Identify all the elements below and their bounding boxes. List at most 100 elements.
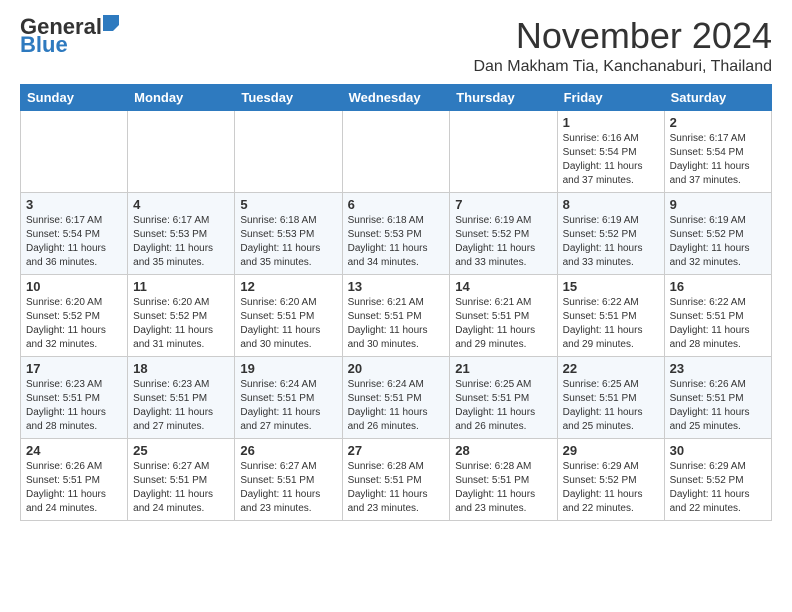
calendar-cell: 24 Sunrise: 6:26 AM Sunset: 5:51 PM Dayli…	[21, 438, 128, 520]
day-info: Sunrise: 6:16 AM Sunset: 5:54 PM Dayligh…	[563, 132, 659, 188]
day-info: Sunrise: 6:22 AM Sunset: 5:51 PM Dayligh…	[670, 296, 766, 352]
day-info: Sunrise: 6:27 AM Sunset: 5:51 PM Dayligh…	[133, 460, 229, 516]
day-info: Sunrise: 6:20 AM Sunset: 5:51 PM Dayligh…	[240, 296, 336, 352]
calendar-cell: 20 Sunrise: 6:24 AM Sunset: 5:51 PM Dayli…	[342, 356, 450, 438]
day-info: Sunrise: 6:23 AM Sunset: 5:51 PM Dayligh…	[133, 378, 229, 434]
day-info: Sunrise: 6:25 AM Sunset: 5:51 PM Dayligh…	[455, 378, 551, 434]
day-info: Sunrise: 6:18 AM Sunset: 5:53 PM Dayligh…	[240, 214, 336, 270]
day-number: 23	[670, 361, 766, 376]
day-info: Sunrise: 6:29 AM Sunset: 5:52 PM Dayligh…	[563, 460, 659, 516]
logo: General Blue	[20, 16, 119, 56]
calendar-cell: 21 Sunrise: 6:25 AM Sunset: 5:51 PM Dayli…	[450, 356, 557, 438]
day-info: Sunrise: 6:17 AM Sunset: 5:53 PM Dayligh…	[133, 214, 229, 270]
day-info: Sunrise: 6:21 AM Sunset: 5:51 PM Dayligh…	[455, 296, 551, 352]
day-number: 4	[133, 197, 229, 212]
day-number: 11	[133, 279, 229, 294]
calendar-cell: 5Sunrise: 6:18 AM Sunset: 5:53 PM Daylig…	[235, 192, 342, 274]
calendar-cell: 7 Sunrise: 6:19 AM Sunset: 5:52 PM Daylig…	[450, 192, 557, 274]
calendar-cell	[21, 110, 128, 192]
day-info: Sunrise: 6:17 AM Sunset: 5:54 PM Dayligh…	[670, 132, 766, 188]
day-number: 14	[455, 279, 551, 294]
calendar-cell: 14 Sunrise: 6:21 AM Sunset: 5:51 PM Dayli…	[450, 274, 557, 356]
calendar-week-1: 1 Sunrise: 6:16 AM Sunset: 5:54 PM Daylig…	[21, 110, 772, 192]
day-number: 8	[563, 197, 659, 212]
day-number: 24	[26, 443, 122, 458]
day-info: Sunrise: 6:29 AM Sunset: 5:52 PM Dayligh…	[670, 460, 766, 516]
location-title: Dan Makham Tia, Kanchanaburi, Thailand	[473, 58, 772, 76]
calendar-cell: 23 Sunrise: 6:26 AM Sunset: 5:51 PM Dayli…	[664, 356, 771, 438]
calendar-cell: 9Sunrise: 6:19 AM Sunset: 5:52 PM Daylig…	[664, 192, 771, 274]
calendar-cell	[235, 110, 342, 192]
day-number: 20	[348, 361, 445, 376]
weekday-header-wednesday: Wednesday	[342, 84, 450, 110]
day-number: 29	[563, 443, 659, 458]
calendar-header-row: SundayMondayTuesdayWednesdayThursdayFrid…	[21, 84, 772, 110]
day-info: Sunrise: 6:27 AM Sunset: 5:51 PM Dayligh…	[240, 460, 336, 516]
calendar-cell: 18 Sunrise: 6:23 AM Sunset: 5:51 PM Dayli…	[128, 356, 235, 438]
day-info: Sunrise: 6:24 AM Sunset: 5:51 PM Dayligh…	[240, 378, 336, 434]
day-number: 3	[26, 197, 122, 212]
calendar-cell: 6 Sunrise: 6:18 AM Sunset: 5:53 PM Daylig…	[342, 192, 450, 274]
calendar-cell: 4 Sunrise: 6:17 AM Sunset: 5:53 PM Daylig…	[128, 192, 235, 274]
calendar-cell	[450, 110, 557, 192]
calendar-week-4: 17 Sunrise: 6:23 AM Sunset: 5:51 PM Dayli…	[21, 356, 772, 438]
day-info: Sunrise: 6:28 AM Sunset: 5:51 PM Dayligh…	[455, 460, 551, 516]
calendar-cell: 1 Sunrise: 6:16 AM Sunset: 5:54 PM Daylig…	[557, 110, 664, 192]
day-number: 15	[563, 279, 659, 294]
day-number: 19	[240, 361, 336, 376]
day-number: 7	[455, 197, 551, 212]
day-number: 26	[240, 443, 336, 458]
day-info: Sunrise: 6:18 AM Sunset: 5:53 PM Dayligh…	[348, 214, 445, 270]
calendar-cell: 11 Sunrise: 6:20 AM Sunset: 5:52 PM Dayli…	[128, 274, 235, 356]
weekday-header-friday: Friday	[557, 84, 664, 110]
day-number: 10	[26, 279, 122, 294]
calendar-cell: 28 Sunrise: 6:28 AM Sunset: 5:51 PM Dayli…	[450, 438, 557, 520]
day-info: Sunrise: 6:20 AM Sunset: 5:52 PM Dayligh…	[133, 296, 229, 352]
calendar-cell: 15 Sunrise: 6:22 AM Sunset: 5:51 PM Dayli…	[557, 274, 664, 356]
weekday-header-monday: Monday	[128, 84, 235, 110]
calendar-cell: 26 Sunrise: 6:27 AM Sunset: 5:51 PM Dayli…	[235, 438, 342, 520]
calendar-cell: 16 Sunrise: 6:22 AM Sunset: 5:51 PM Dayli…	[664, 274, 771, 356]
day-number: 9	[670, 197, 766, 212]
day-number: 17	[26, 361, 122, 376]
calendar-cell: 17 Sunrise: 6:23 AM Sunset: 5:51 PM Dayli…	[21, 356, 128, 438]
day-info: Sunrise: 6:23 AM Sunset: 5:51 PM Dayligh…	[26, 378, 122, 434]
calendar-cell: 3 Sunrise: 6:17 AM Sunset: 5:54 PM Daylig…	[21, 192, 128, 274]
weekday-header-saturday: Saturday	[664, 84, 771, 110]
weekday-header-thursday: Thursday	[450, 84, 557, 110]
day-number: 13	[348, 279, 445, 294]
calendar-cell: 2Sunrise: 6:17 AM Sunset: 5:54 PM Daylig…	[664, 110, 771, 192]
calendar-cell: 22Sunrise: 6:25 AM Sunset: 5:51 PM Dayli…	[557, 356, 664, 438]
day-info: Sunrise: 6:17 AM Sunset: 5:54 PM Dayligh…	[26, 214, 122, 270]
calendar-cell: 13 Sunrise: 6:21 AM Sunset: 5:51 PM Dayli…	[342, 274, 450, 356]
calendar-cell: 25Sunrise: 6:27 AM Sunset: 5:51 PM Dayli…	[128, 438, 235, 520]
day-number: 28	[455, 443, 551, 458]
logo-icon	[103, 15, 119, 31]
day-info: Sunrise: 6:26 AM Sunset: 5:51 PM Dayligh…	[670, 378, 766, 434]
calendar-cell: 30 Sunrise: 6:29 AM Sunset: 5:52 PM Dayli…	[664, 438, 771, 520]
day-number: 12	[240, 279, 336, 294]
calendar-cell: 8 Sunrise: 6:19 AM Sunset: 5:52 PM Daylig…	[557, 192, 664, 274]
day-info: Sunrise: 6:26 AM Sunset: 5:51 PM Dayligh…	[26, 460, 122, 516]
day-number: 1	[563, 115, 659, 130]
calendar-cell: 19 Sunrise: 6:24 AM Sunset: 5:51 PM Dayli…	[235, 356, 342, 438]
weekday-header-sunday: Sunday	[21, 84, 128, 110]
day-info: Sunrise: 6:24 AM Sunset: 5:51 PM Dayligh…	[348, 378, 445, 434]
day-info: Sunrise: 6:21 AM Sunset: 5:51 PM Dayligh…	[348, 296, 445, 352]
day-number: 6	[348, 197, 445, 212]
day-number: 18	[133, 361, 229, 376]
day-number: 21	[455, 361, 551, 376]
calendar-cell: 10Sunrise: 6:20 AM Sunset: 5:52 PM Dayli…	[21, 274, 128, 356]
day-number: 16	[670, 279, 766, 294]
logo-blue: Blue	[20, 34, 68, 56]
calendar-cell	[128, 110, 235, 192]
day-info: Sunrise: 6:19 AM Sunset: 5:52 PM Dayligh…	[563, 214, 659, 270]
title-area: November 2024 Dan Makham Tia, Kanchanabu…	[473, 16, 772, 76]
day-info: Sunrise: 6:19 AM Sunset: 5:52 PM Dayligh…	[455, 214, 551, 270]
day-info: Sunrise: 6:22 AM Sunset: 5:51 PM Dayligh…	[563, 296, 659, 352]
day-number: 30	[670, 443, 766, 458]
month-title: November 2024	[473, 16, 772, 56]
day-info: Sunrise: 6:25 AM Sunset: 5:51 PM Dayligh…	[563, 378, 659, 434]
calendar-cell: 27Sunrise: 6:28 AM Sunset: 5:51 PM Dayli…	[342, 438, 450, 520]
weekday-header-tuesday: Tuesday	[235, 84, 342, 110]
